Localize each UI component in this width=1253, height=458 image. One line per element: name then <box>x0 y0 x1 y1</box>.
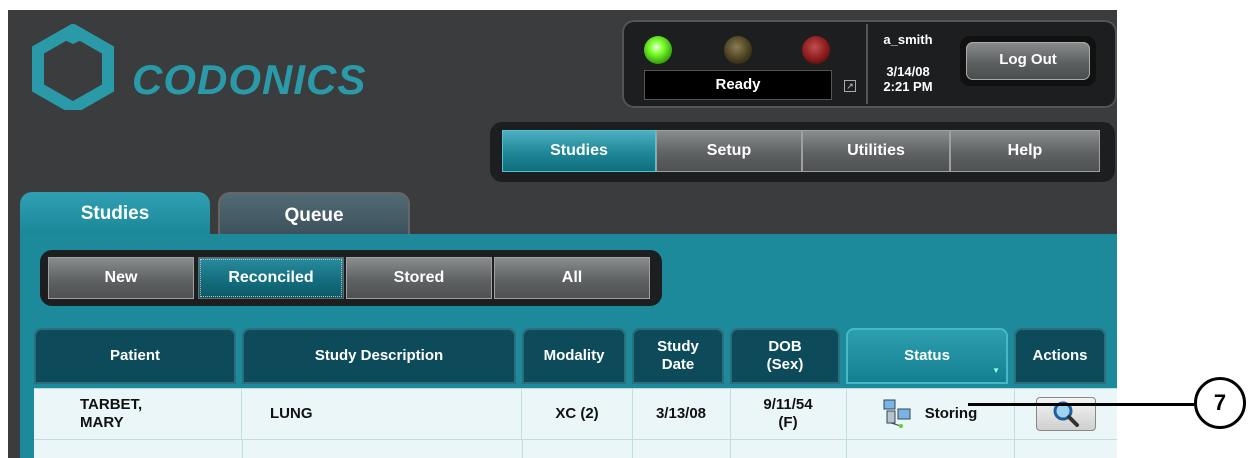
filter-new[interactable]: New <box>48 257 194 299</box>
filter-nav: New Reconciled Stored All <box>40 250 662 306</box>
table-row-empty <box>34 439 1117 458</box>
red-status-light-icon <box>802 36 830 64</box>
date-text: 3/14/08 <box>886 64 930 79</box>
nav-studies[interactable]: Studies <box>502 130 656 172</box>
table-row[interactable]: TARBET, MARY LUNG XC (2) 3/13/08 9/11/54… <box>34 388 1117 439</box>
column-header-dob-sex[interactable]: DOB (Sex) <box>730 328 840 384</box>
column-header-patient[interactable]: Patient <box>34 328 236 384</box>
brand-name: CODONICS <box>132 56 367 103</box>
logout-frame: Log Out <box>960 36 1096 86</box>
username: a_smith <box>883 32 933 47</box>
nav-help[interactable]: Help <box>950 130 1100 172</box>
status-text-storing: Storing <box>924 405 978 422</box>
column-header-modality[interactable]: Modality <box>522 328 626 384</box>
cell-dob-sex: 9/11/54 (F) <box>730 389 847 439</box>
sort-arrow-icon: ▼ <box>992 366 1000 375</box>
status-text: Ready <box>644 70 832 100</box>
yellow-status-light-icon <box>724 36 752 64</box>
empty-cell <box>522 440 633 458</box>
network-storing-icon <box>883 399 911 428</box>
filter-all[interactable]: All <box>494 257 650 299</box>
nav-utilities[interactable]: Utilities <box>802 130 950 172</box>
codonics-logo: CODONICS <box>28 24 365 110</box>
tab-queue[interactable]: Queue <box>218 192 410 238</box>
cell-status: Storing <box>846 389 1015 439</box>
expand-icon[interactable]: ↗ <box>844 80 856 92</box>
cell-study-date: 3/13/08 <box>632 389 731 439</box>
studies-panel: New Reconciled Stored All Patient Study … <box>20 234 1117 458</box>
column-header-status[interactable]: Status ▼ <box>846 328 1008 384</box>
app-window: CODONICS Ready ↗ a_smith 3/14/08 2:21 PM… <box>8 10 1117 458</box>
time-text: 2:21 PM <box>883 79 933 94</box>
nav-setup[interactable]: Setup <box>656 130 802 172</box>
column-header-study-date[interactable]: Study Date <box>632 328 724 384</box>
empty-cell <box>242 440 523 458</box>
empty-cell <box>730 440 847 458</box>
green-status-light-icon <box>644 36 672 64</box>
callout-line <box>968 403 1194 406</box>
cell-actions <box>1014 389 1117 439</box>
divider <box>866 24 868 104</box>
cell-patient: TARBET, MARY <box>34 389 242 439</box>
empty-cell <box>632 440 731 458</box>
status-panel: Ready ↗ a_smith 3/14/08 2:21 PM Log Out <box>622 20 1117 108</box>
cell-modality: XC (2) <box>522 389 633 439</box>
empty-cell <box>34 440 243 458</box>
filter-stored[interactable]: Stored <box>346 257 492 299</box>
callout-number: 7 <box>1194 377 1246 429</box>
main-nav: Studies Setup Utilities Help <box>490 122 1115 182</box>
column-header-status-label: Status <box>904 347 950 364</box>
datetime: 3/14/08 2:21 PM <box>878 64 938 94</box>
hexagon-logo-icon <box>32 24 114 110</box>
tab-studies[interactable]: Studies <box>20 192 210 236</box>
logout-button[interactable]: Log Out <box>966 42 1090 80</box>
filter-reconciled[interactable]: Reconciled <box>198 257 344 299</box>
empty-cell <box>846 440 1015 458</box>
column-header-actions: Actions <box>1014 328 1106 384</box>
column-header-study-description[interactable]: Study Description <box>242 328 516 384</box>
cell-study-description: LUNG <box>242 389 522 439</box>
